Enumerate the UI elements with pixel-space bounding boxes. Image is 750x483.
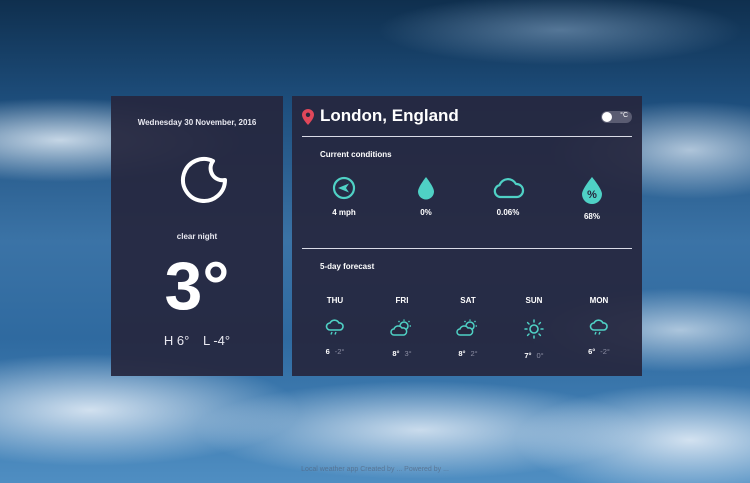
forecast-temps: 8° 3° <box>377 349 427 358</box>
location-pin-icon <box>302 109 314 125</box>
precip-metric: 0% <box>396 176 456 217</box>
divider <box>302 248 632 249</box>
forecast-day: MON 6° -2° <box>574 296 624 356</box>
forecast-day-name: MON <box>589 296 609 305</box>
footer-credits: Local weather app Created by ... Powered… <box>301 466 449 473</box>
raindrop-icon <box>418 177 434 200</box>
high-low: H 6° L -4° <box>111 333 283 348</box>
forecast-temps: 7° 0° <box>509 351 559 360</box>
forecast-day-name: SUN <box>525 296 543 305</box>
forecast-high: 8° <box>392 349 400 358</box>
humidity-icon: % <box>582 177 602 204</box>
forecast-low: 2° <box>470 349 478 358</box>
current-conditions-title: Current conditions <box>320 150 392 159</box>
forecast-day: SUN 7° 0° <box>509 296 559 360</box>
cloud-rain-icon <box>589 319 608 335</box>
forecast-high: 7° <box>524 351 532 360</box>
forecast-low: 3° <box>404 349 412 358</box>
forecast-temps: 8° 2° <box>443 349 493 358</box>
condition-label: clear night <box>176 232 218 241</box>
unit-label: °C <box>620 112 628 119</box>
unit-toggle[interactable]: °C <box>601 111 632 123</box>
forecast-high: 8° <box>458 349 466 358</box>
date-label: Wednesday 30 November, 2016 <box>137 118 257 127</box>
current-temperature: 3° <box>164 248 230 324</box>
location-name: London, England <box>320 106 459 125</box>
forecast-day: FRI 8° 3° <box>377 296 427 358</box>
forecast-day-name: FRI <box>395 296 409 305</box>
cloud-value: 0.06% <box>496 208 520 217</box>
details-panel: London, England °C Current conditions 4 … <box>292 96 642 376</box>
sun-icon <box>524 319 544 339</box>
wind-compass-icon <box>332 176 356 200</box>
summary-panel: Wednesday 30 November, 2016 clear night … <box>111 96 283 376</box>
divider <box>302 136 632 137</box>
toggle-knob[interactable] <box>602 112 612 122</box>
cloud-metric: 0.06% <box>478 176 538 217</box>
location-header: London, England °C <box>302 106 632 128</box>
wind-value: 4 mph <box>332 208 356 217</box>
wind-metric: 4 mph <box>314 176 374 217</box>
low-temp: L -4° <box>202 333 231 348</box>
forecast-temps: 6° -2° <box>574 347 624 356</box>
forecast-day-name: SAT <box>460 296 476 305</box>
forecast-low: -2° <box>600 347 610 356</box>
forecast-low: -2° <box>334 347 345 356</box>
moon-icon <box>181 157 227 203</box>
humidity-value: 68% <box>583 212 600 221</box>
forecast-day-name: THU <box>326 296 344 305</box>
cloud-rain-icon <box>325 319 344 335</box>
partly-cloudy-icon <box>390 319 411 336</box>
forecast-day: THU 6 -2° <box>310 296 360 356</box>
forecast-temps: 6 -2° <box>310 347 360 356</box>
partly-cloudy-icon <box>456 319 477 336</box>
cloud-icon <box>493 178 525 199</box>
precip-value: 0% <box>420 208 432 217</box>
forecast-high: 6 <box>325 347 330 356</box>
high-temp: H 6° <box>163 333 190 348</box>
svg-text:%: % <box>587 189 597 201</box>
forecast-high: 6° <box>588 347 596 356</box>
forecast-title: 5-day forecast <box>320 262 375 271</box>
humidity-metric: % 68% <box>562 176 622 221</box>
forecast-day: SAT 8° 2° <box>443 296 493 358</box>
forecast-low: 0° <box>536 351 544 360</box>
